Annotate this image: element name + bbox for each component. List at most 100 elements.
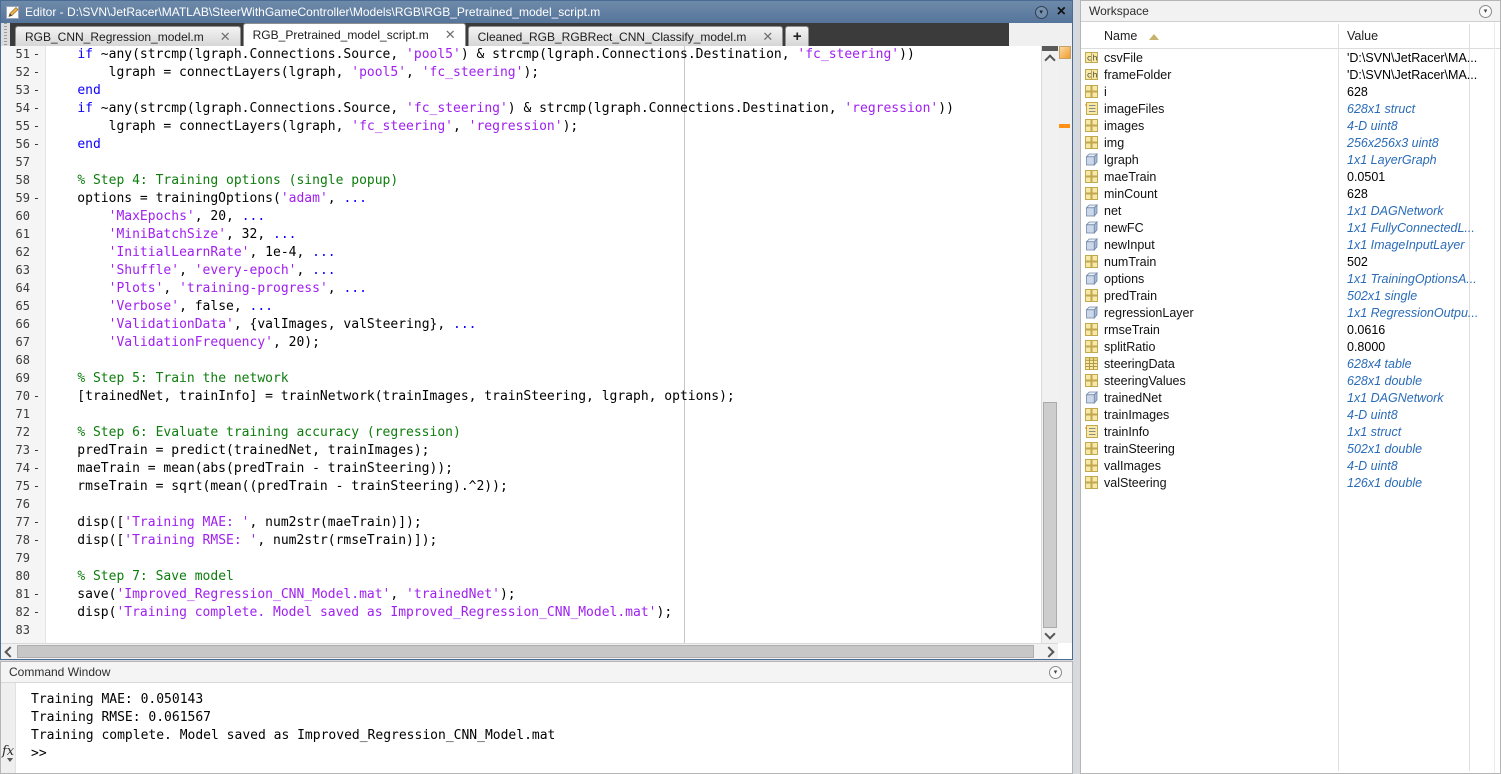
tabbar-grip[interactable] bbox=[1, 23, 10, 46]
svg-text:c: c bbox=[1087, 71, 1091, 80]
workspace-variable-row[interactable]: net1x1 DAGNetwork bbox=[1081, 202, 1499, 219]
code-line[interactable]: 71 bbox=[1, 407, 1041, 425]
svg-text:h: h bbox=[1093, 71, 1098, 80]
workspace-variable-row[interactable]: newInput1x1 ImageInputLayer bbox=[1081, 236, 1499, 253]
code-line[interactable]: 77- disp(['Training MAE: ', num2str(maeT… bbox=[1, 515, 1041, 533]
workspace-variable-row[interactable]: maeTrain0.0501 bbox=[1081, 168, 1499, 185]
workspace-variable-row[interactable]: splitRatio0.8000 bbox=[1081, 338, 1499, 355]
code-line[interactable]: 80 % Step 7: Save model bbox=[1, 569, 1041, 587]
workspace-variable-row[interactable]: chcsvFile'D:\SVN\JetRacer\MA... bbox=[1081, 49, 1499, 66]
code-line[interactable]: 82- disp('Training complete. Model saved… bbox=[1, 605, 1041, 623]
code-line[interactable]: 62 'InitialLearnRate', 1e-4, ... bbox=[1, 245, 1041, 263]
code-line[interactable]: 79 bbox=[1, 551, 1041, 569]
column-header-name[interactable]: Name bbox=[1104, 29, 1137, 43]
scroll-left-icon[interactable] bbox=[4, 646, 15, 657]
code-line[interactable]: 59- options = trainingOptions('adam', ..… bbox=[1, 191, 1041, 209]
editor-horizontal-scrollbar[interactable] bbox=[1, 643, 1058, 659]
tab-close-icon[interactable]: ✕ bbox=[762, 31, 773, 43]
scroll-down-icon[interactable] bbox=[1044, 628, 1055, 639]
workspace-variable-row[interactable]: newFC1x1 FullyConnectedL... bbox=[1081, 219, 1499, 236]
workspace-variable-row[interactable]: chframeFolder'D:\SVN\JetRacer\MA... bbox=[1081, 66, 1499, 83]
code-line[interactable]: 81- save('Improved_Regression_CNN_Model.… bbox=[1, 587, 1041, 605]
workspace-menu-icon[interactable]: ▾ bbox=[1479, 5, 1492, 18]
code-line[interactable]: 55- lgraph = connectLayers(lgraph, 'fc_s… bbox=[1, 119, 1041, 137]
code-analyzer-indicator[interactable] bbox=[1059, 46, 1071, 59]
code-line[interactable]: 58 % Step 4: Training options (single po… bbox=[1, 173, 1041, 191]
obj-variable-icon bbox=[1085, 272, 1098, 285]
code-text: % Step 5: Train the network bbox=[46, 371, 289, 389]
tab-close-icon[interactable]: ✕ bbox=[220, 31, 231, 43]
code-line[interactable]: 69 % Step 5: Train the network bbox=[1, 371, 1041, 389]
new-tab-button[interactable]: + bbox=[785, 26, 809, 46]
warning-marker[interactable] bbox=[1059, 124, 1070, 128]
code-line[interactable]: 60 'MaxEpochs', 20, ... bbox=[1, 209, 1041, 227]
code-editor[interactable]: 51- if ~any(strcmp(lgraph.Connections.So… bbox=[1, 46, 1041, 643]
workspace-variable-row[interactable]: imageFiles628x1 struct bbox=[1081, 100, 1499, 117]
scroll-up-icon[interactable] bbox=[1044, 54, 1055, 65]
code-line[interactable]: 63 'Shuffle', 'every-epoch', ... bbox=[1, 263, 1041, 281]
code-line[interactable]: 75- rmseTrain = sqrt(mean((predTrain - t… bbox=[1, 479, 1041, 497]
code-line[interactable]: 68 bbox=[1, 353, 1041, 371]
workspace-variable-row[interactable]: numTrain502 bbox=[1081, 253, 1499, 270]
workspace-variable-row[interactable]: img256x256x3 uint8 bbox=[1081, 134, 1499, 151]
matlab-window: Editor - D:\SVN\JetRacer\MATLAB\SteerWit… bbox=[0, 0, 1501, 774]
editor-panel-menu-icon[interactable]: ▾ bbox=[1035, 6, 1048, 19]
workspace-variable-row[interactable]: steeringData628x4 table bbox=[1081, 355, 1499, 372]
editor-close-icon[interactable]: × bbox=[1057, 4, 1066, 20]
code-line[interactable]: 57 bbox=[1, 155, 1041, 173]
workspace-variable-row[interactable]: lgraph1x1 LayerGraph bbox=[1081, 151, 1499, 168]
command-window-panel: Command Window ▾ fx Training MAE: 0.0501… bbox=[0, 661, 1073, 774]
code-line[interactable]: 54- if ~any(strcmp(lgraph.Connections.So… bbox=[1, 101, 1041, 119]
workspace-variable-row[interactable]: rmseTrain0.0616 bbox=[1081, 321, 1499, 338]
workspace-variable-row[interactable]: minCount628 bbox=[1081, 185, 1499, 202]
code-line[interactable]: 65 'Verbose', false, ... bbox=[1, 299, 1041, 317]
struct-variable-icon bbox=[1085, 425, 1098, 438]
workspace-variable-row[interactable]: trainInfo1x1 struct bbox=[1081, 423, 1499, 440]
workspace-variable-row[interactable]: predTrain502x1 single bbox=[1081, 287, 1499, 304]
code-line[interactable]: 73- predTrain = predict(trainedNet, trai… bbox=[1, 443, 1041, 461]
code-line[interactable]: 56- end bbox=[1, 137, 1041, 155]
workspace-variable-row[interactable]: i628 bbox=[1081, 83, 1499, 100]
struct-variable-icon bbox=[1085, 102, 1098, 115]
workspace-variable-row[interactable]: steeringValues628x1 double bbox=[1081, 372, 1499, 389]
workspace-variable-row[interactable]: regressionLayer1x1 RegressionOutpu... bbox=[1081, 304, 1499, 321]
code-line[interactable]: 53- end bbox=[1, 83, 1041, 101]
command-window-menu-icon[interactable]: ▾ bbox=[1049, 666, 1062, 679]
fx-icon[interactable]: fx bbox=[2, 744, 14, 759]
workspace-variable-row[interactable]: options1x1 TrainingOptionsA... bbox=[1081, 270, 1499, 287]
code-line[interactable]: 76 bbox=[1, 497, 1041, 515]
line-number: 67 bbox=[1, 335, 30, 353]
scroll-right-icon[interactable] bbox=[1043, 646, 1054, 657]
editor-tab[interactable]: RGB_CNN_Regression_model.m✕ bbox=[15, 26, 241, 46]
workspace-variable-row[interactable]: valImages4-D uint8 bbox=[1081, 457, 1499, 474]
code-line[interactable]: 83 bbox=[1, 623, 1041, 641]
editor-tab[interactable]: RGB_Pretrained_model_script.m✕ bbox=[243, 23, 466, 46]
vertical-scroll-thumb[interactable] bbox=[1043, 402, 1057, 628]
line-number: 65 bbox=[1, 299, 30, 317]
code-line[interactable]: 61 'MiniBatchSize', 32, ... bbox=[1, 227, 1041, 245]
code-line[interactable]: 70- [trainedNet, trainInfo] = trainNetwo… bbox=[1, 389, 1041, 407]
workspace-variable-row[interactable]: trainImages4-D uint8 bbox=[1081, 406, 1499, 423]
code-line[interactable]: 51- if ~any(strcmp(lgraph.Connections.So… bbox=[1, 47, 1041, 65]
command-prompt[interactable]: >> bbox=[31, 745, 555, 763]
code-line[interactable]: 64 'Plots', 'training-progress', ... bbox=[1, 281, 1041, 299]
variable-value: 1x1 struct bbox=[1347, 425, 1401, 439]
code-line[interactable]: 74- maeTrain = mean(abs(predTrain - trai… bbox=[1, 461, 1041, 479]
workspace-variable-row[interactable]: trainSteering502x1 double bbox=[1081, 440, 1499, 457]
execution-marker bbox=[30, 569, 43, 587]
workspace-variable-row[interactable]: valSteering126x1 double bbox=[1081, 474, 1499, 491]
code-line[interactable]: 78- disp(['Training RMSE: ', num2str(rms… bbox=[1, 533, 1041, 551]
workspace-variable-row[interactable]: images4-D uint8 bbox=[1081, 117, 1499, 134]
code-line[interactable]: 52- lgraph = connectLayers(lgraph, 'pool… bbox=[1, 65, 1041, 83]
horizontal-scroll-thumb[interactable] bbox=[17, 645, 1034, 658]
execution-marker bbox=[30, 353, 43, 371]
editor-tab[interactable]: Cleaned_RGB_RGBRect_CNN_Classify_model.m… bbox=[468, 26, 784, 46]
command-window-body[interactable]: fx Training MAE: 0.050143Training RMSE: … bbox=[1, 683, 1072, 773]
workspace-variable-row[interactable]: trainedNet1x1 DAGNetwork bbox=[1081, 389, 1499, 406]
code-line[interactable]: 72 % Step 6: Evaluate training accuracy … bbox=[1, 425, 1041, 443]
column-header-value[interactable]: Value bbox=[1347, 29, 1378, 43]
code-line[interactable]: 66 'ValidationData', {valImages, valStee… bbox=[1, 317, 1041, 335]
editor-vertical-scrollbar[interactable] bbox=[1041, 46, 1058, 643]
code-line[interactable]: 67 'ValidationFrequency', 20); bbox=[1, 335, 1041, 353]
tab-close-icon[interactable]: ✕ bbox=[445, 29, 456, 41]
